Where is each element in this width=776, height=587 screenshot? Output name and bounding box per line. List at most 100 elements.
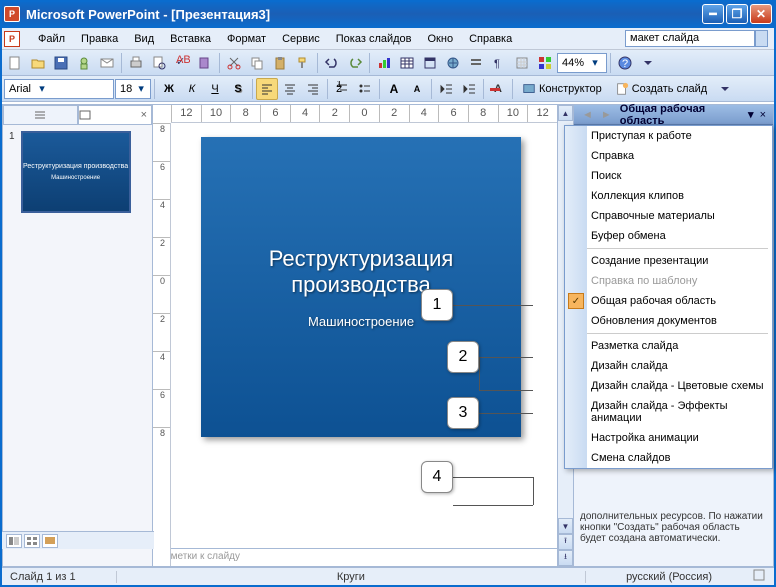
bullets-button[interactable] bbox=[354, 78, 376, 100]
decrease-indent-button[interactable] bbox=[435, 78, 457, 100]
insert-chart-button[interactable] bbox=[373, 52, 395, 74]
shadow-button[interactable]: S bbox=[227, 78, 249, 100]
redo-button[interactable] bbox=[344, 52, 366, 74]
forward-icon[interactable]: ► bbox=[597, 109, 616, 121]
scroll-up-button[interactable]: ▲ bbox=[558, 105, 573, 121]
copy-button[interactable] bbox=[246, 52, 268, 74]
slide-title-line1[interactable]: Реструктуризация bbox=[269, 246, 454, 272]
color-button[interactable] bbox=[534, 52, 556, 74]
align-left-button[interactable] bbox=[256, 78, 278, 100]
slide-thumbnail[interactable]: Реструктуризация производства Машиностро… bbox=[21, 131, 131, 213]
task-pane-menu-item[interactable]: Коллекция клипов bbox=[565, 186, 772, 206]
task-pane-menu-item[interactable]: Общая рабочая область✓ bbox=[565, 291, 772, 311]
ask-dropdown[interactable] bbox=[755, 30, 768, 47]
back-icon[interactable]: ◄ bbox=[578, 109, 597, 121]
menu-slideshow[interactable]: Показ слайдов bbox=[328, 33, 420, 45]
next-slide-button[interactable]: ⭳ bbox=[558, 550, 573, 566]
expand-all-button[interactable] bbox=[465, 52, 487, 74]
align-right-button[interactable] bbox=[302, 78, 324, 100]
new-button[interactable] bbox=[4, 52, 26, 74]
decrease-font-button[interactable]: A bbox=[406, 78, 428, 100]
research-button[interactable] bbox=[194, 52, 216, 74]
menu-insert[interactable]: Вставка bbox=[162, 33, 219, 45]
task-pane-menu-item[interactable]: Создание презентации bbox=[565, 251, 772, 271]
menu-tools[interactable]: Сервис bbox=[274, 33, 328, 45]
normal-view-button[interactable] bbox=[6, 534, 22, 548]
task-pane-menu-item[interactable]: Справочные материалы bbox=[565, 206, 772, 226]
outline-tab[interactable] bbox=[3, 105, 78, 124]
new-slide-button[interactable]: Создать слайд bbox=[609, 78, 713, 100]
tables-borders-button[interactable] bbox=[419, 52, 441, 74]
task-pane-menu-item[interactable]: Приступая к работе bbox=[565, 126, 772, 146]
slides-tab[interactable]: × bbox=[78, 105, 153, 124]
print-button[interactable] bbox=[125, 52, 147, 74]
design-button[interactable]: Конструктор bbox=[516, 78, 608, 100]
slide-canvas[interactable]: Реструктуризация производства Машиностро… bbox=[171, 123, 557, 548]
insert-hyperlink-button[interactable] bbox=[442, 52, 464, 74]
minimize-button[interactable]: ━ bbox=[702, 4, 724, 24]
paste-button[interactable] bbox=[269, 52, 291, 74]
show-grid-button[interactable] bbox=[511, 52, 533, 74]
task-pane-menu-item[interactable]: Настройка анимации bbox=[565, 428, 772, 448]
powerpoint-icon[interactable]: P bbox=[4, 31, 20, 47]
spellcheck-button[interactable]: ✓ABC bbox=[171, 52, 193, 74]
slide-thumbnail-row[interactable]: 1 Реструктуризация производства Машиност… bbox=[3, 125, 152, 219]
maximize-button[interactable]: ❐ bbox=[726, 4, 748, 24]
task-pane-menu-item[interactable]: Дизайн слайда - Цветовые схемы bbox=[565, 376, 772, 396]
toolbar-options-button-2[interactable] bbox=[714, 78, 736, 100]
slide[interactable]: Реструктуризация производства Машиностро… bbox=[201, 137, 521, 437]
show-formatting-button[interactable]: ¶ bbox=[488, 52, 510, 74]
prev-slide-button[interactable]: ⭱ bbox=[558, 534, 573, 550]
increase-indent-button[interactable] bbox=[458, 78, 480, 100]
notes-area[interactable]: Заметки к слайду bbox=[153, 548, 557, 566]
task-pane-menu-item[interactable]: Дизайн слайда bbox=[565, 356, 772, 376]
close-button[interactable]: ✕ bbox=[750, 4, 772, 24]
save-button[interactable] bbox=[50, 52, 72, 74]
sorter-view-button[interactable] bbox=[24, 534, 40, 548]
align-center-button[interactable] bbox=[279, 78, 301, 100]
font-combo[interactable]: Arial▾ bbox=[4, 79, 114, 99]
cut-button[interactable] bbox=[223, 52, 245, 74]
toolbar-options-button[interactable] bbox=[637, 52, 659, 74]
menu-window[interactable]: Окно bbox=[420, 33, 462, 45]
email-button[interactable] bbox=[96, 52, 118, 74]
bold-button[interactable]: Ж bbox=[158, 78, 180, 100]
permission-button[interactable] bbox=[73, 52, 95, 74]
format-painter-button[interactable] bbox=[292, 52, 314, 74]
increase-font-button[interactable]: A bbox=[383, 78, 405, 100]
slide-subtitle[interactable]: Машиностроение bbox=[308, 314, 414, 329]
ruler-tick: 8 bbox=[153, 427, 170, 465]
menu-edit[interactable]: Правка bbox=[73, 33, 126, 45]
task-pane-menu-item[interactable]: Обновления документов bbox=[565, 311, 772, 331]
help-button[interactable]: ? bbox=[614, 52, 636, 74]
task-pane-dropdown[interactable]: ▾ bbox=[745, 108, 757, 121]
scroll-down-button[interactable]: ▼ bbox=[558, 518, 573, 534]
font-size-combo[interactable]: 18▾ bbox=[115, 79, 151, 99]
status-icon[interactable] bbox=[752, 568, 766, 585]
numbering-button[interactable]: 12 bbox=[331, 78, 353, 100]
menu-file[interactable]: Файл bbox=[30, 33, 73, 45]
insert-table-button[interactable] bbox=[396, 52, 418, 74]
zoom-combo[interactable]: 44%▾ bbox=[557, 53, 607, 73]
menu-view[interactable]: Вид bbox=[126, 33, 162, 45]
italic-button[interactable]: К bbox=[181, 78, 203, 100]
ask-a-question-box[interactable]: макет слайда bbox=[625, 30, 755, 47]
undo-button[interactable] bbox=[321, 52, 343, 74]
task-pane-menu-item[interactable]: Разметка слайда bbox=[565, 336, 772, 356]
task-pane-close[interactable]: × bbox=[757, 109, 769, 121]
menu-format[interactable]: Формат bbox=[219, 33, 274, 45]
print-preview-button[interactable] bbox=[148, 52, 170, 74]
underline-button[interactable]: Ч bbox=[204, 78, 226, 100]
task-pane-menu-item[interactable]: Поиск bbox=[565, 166, 772, 186]
open-button[interactable] bbox=[27, 52, 49, 74]
task-pane-menu-item[interactable]: Смена слайдов bbox=[565, 448, 772, 468]
slide-title-line2[interactable]: производства bbox=[291, 272, 431, 298]
task-pane-menu-item[interactable]: Буфер обмена bbox=[565, 226, 772, 246]
slideshow-view-button[interactable] bbox=[42, 534, 58, 548]
close-panel-icon[interactable]: × bbox=[137, 109, 151, 121]
callout-3: 3 bbox=[447, 397, 479, 429]
font-color-button[interactable]: A bbox=[487, 78, 509, 100]
task-pane-menu-item[interactable]: Дизайн слайда - Эффекты анимации bbox=[565, 396, 772, 428]
menu-help[interactable]: Справка bbox=[461, 33, 520, 45]
task-pane-menu-item[interactable]: Справка bbox=[565, 146, 772, 166]
